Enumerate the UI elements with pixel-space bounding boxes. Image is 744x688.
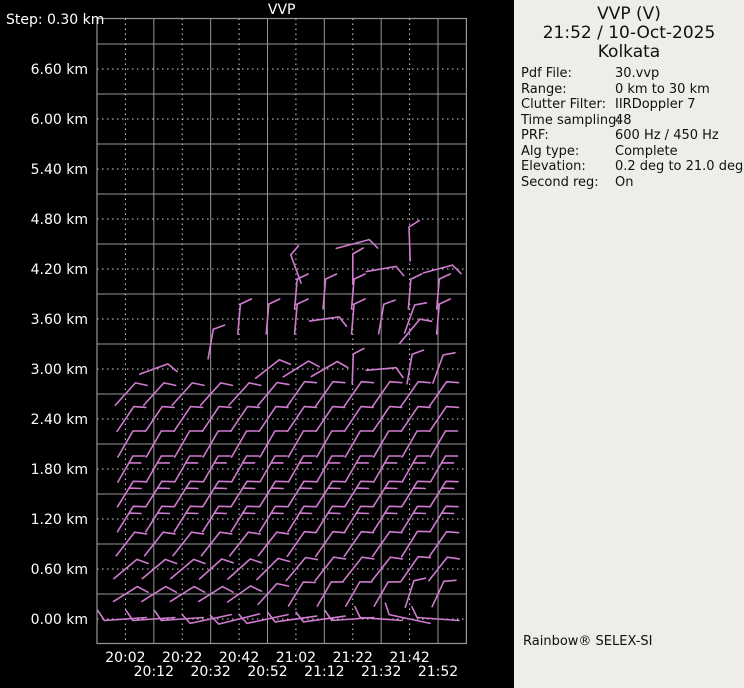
wind-barb [145,505,175,533]
wind-barb [432,352,456,384]
wind-barb [230,505,260,533]
vvp-time-height-chart: VVP Step: 0.30 km 0.00 km 0.60 km 1.20 km 1.8… [6,2,467,680]
parameter-row: Alg type: Complete [521,144,742,160]
wind-barb [201,505,232,533]
chart-title: VVP [268,2,296,18]
y-axis-label: 1.80 km [31,462,88,478]
y-axis-label: 6.60 km [31,62,88,78]
parameter-row: PRF: 600 Hz / 450 Hz [521,128,742,144]
parameter-row: Elevation: 0.2 deg to 21.0 deg [521,159,744,175]
parameter-value: 0 km to 30 km [615,81,710,97]
wind-barb [429,505,459,533]
wind-barb [343,405,374,433]
parameter-row: Second reg: On [521,175,742,191]
wind-barb [145,455,175,483]
y-axis-label: 3.00 km [31,362,88,378]
wind-barb [293,298,309,335]
parameter-value: 30.vvp [615,66,660,81]
wind-barb [144,405,175,433]
x-axis-label: 20:12 [134,664,174,680]
y-axis-label: 0.60 km [31,562,88,578]
wind-barb [435,298,451,335]
y-axis-label: 6.00 km [31,112,88,128]
step-label: Step: 0.30 km [6,12,104,28]
wind-barb [408,219,420,262]
wind-barb [116,505,147,533]
parameter-row: Clutter Filter: IIRDoppler 7 [521,97,742,113]
wind-barb [365,265,405,277]
wind-barb [400,505,431,533]
wind-barb [344,505,374,533]
parameter-value: On [615,174,634,190]
y-axis-label: 2.40 km [31,412,88,428]
parameter-key: Alg type: [521,143,580,159]
parameter-value: IIRDoppler 7 [615,97,696,112]
x-axis-label: 20:32 [190,664,230,680]
wind-barb [351,347,365,385]
parameter-value: 0.2 deg to 21.0 deg [615,159,744,174]
x-axis-label: 21:32 [361,664,401,680]
wind-barb [315,505,346,533]
y-axis-label: 0.00 km [31,612,88,628]
parameter-row: Time sampling: 48 [521,113,742,129]
wind-barbs [97,219,462,625]
y-axis-label: 5.40 km [31,162,88,178]
wind-barb [401,455,430,483]
y-axis-label: 4.80 km [31,212,88,228]
parameter-key: Pdf File: [521,66,572,81]
wind-barb [116,405,147,433]
vvp-plot-region: VVP Step: 0.30 km 0.00 km 0.60 km 1.20 km 1.8… [0,0,514,688]
site-name: Kolkata [597,42,661,62]
product-datetime: 21:52 / 10-Oct-2025 [542,23,716,43]
wind-barb [308,316,348,328]
wind-barb [316,455,345,483]
parameter-key: Range: [521,81,567,97]
y-axis-label: 1.20 km [31,512,88,528]
wind-barb [315,405,346,433]
wind-barb [237,298,253,335]
parameter-row: Range: 0 km to 30 km [521,82,742,98]
product-title: VVP (V) [597,4,661,24]
x-axis-label: 20:52 [247,664,287,680]
y-axis-label: 3.60 km [31,312,88,328]
wind-barb [117,455,146,483]
parameter-key: Elevation: [521,159,586,174]
parameter-list: Pdf File: 30.vvp Range: 0 km to 30 km Clutte… [521,66,744,191]
x-axis-label: 21:52 [418,664,458,680]
brand-label: Rainbow® SELEX-SI [523,634,653,649]
wind-barb [201,405,232,433]
y-axis-label: 4.20 km [31,262,88,278]
parameter-row: Pdf File: 30.vvp [521,66,742,82]
parameter-key: Clutter Filter: [521,97,606,112]
wind-barb [404,577,427,609]
panel-header: VVP (V) 21:52 / 10-Oct-2025 Kolkata [514,0,744,62]
wind-barb [230,455,260,483]
wind-barb [265,298,281,335]
wind-barb [97,609,148,622]
wind-barb [411,605,460,622]
wind-barb [398,318,433,345]
parameter-key: Second reg: [521,174,599,190]
parameter-value: Complete [615,143,678,159]
parameter-value: 48 [615,112,632,128]
wind-barb [314,556,347,582]
wind-barb [229,405,261,433]
parameter-key: Time sampling: [521,112,621,128]
radar-app-window: VVP Step: 0.30 km 0.00 km 0.60 km 1.20 km 1.8… [0,0,744,688]
wind-barb [350,298,366,335]
wind-barb [365,366,404,379]
parameter-key: PRF: [521,128,549,143]
x-axis-label: 21:12 [304,664,344,680]
wind-barb [428,405,460,433]
wind-barb [400,405,431,433]
product-info-panel: VVP (V) 21:52 / 10-Oct-2025 Kolkata Pdf … [514,0,744,688]
parameter-value: 600 Hz / 450 Hz [615,128,719,143]
wind-barb [286,405,318,433]
wind-barb [322,273,338,310]
